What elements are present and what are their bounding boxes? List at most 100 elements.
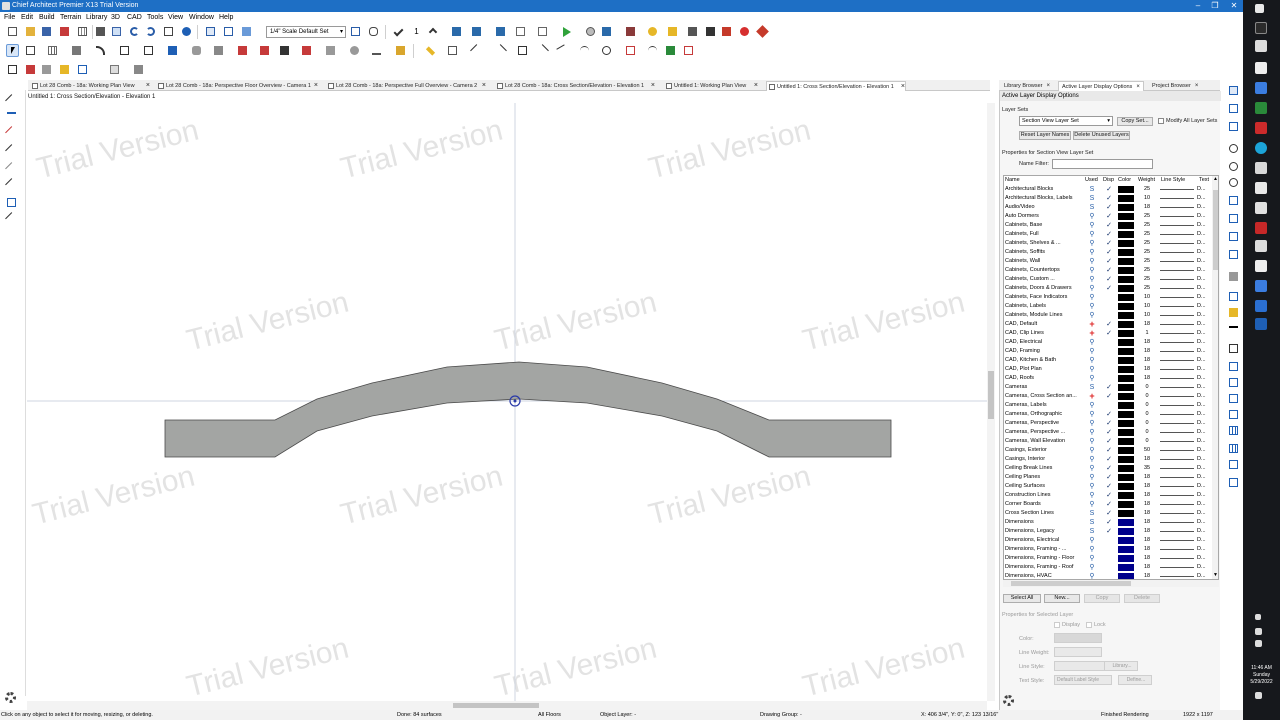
tab-library-browser[interactable]: Library Browser × <box>1001 81 1053 91</box>
copy-icon[interactable] <box>162 25 175 38</box>
table-row[interactable]: CAD, Framing ⚲ 18 D... <box>1004 347 1212 356</box>
chevron-up-icon[interactable] <box>1255 614 1261 620</box>
layer-text-style[interactable]: D... <box>1197 455 1206 464</box>
used-bulb-icon[interactable]: ⚲ <box>1088 338 1096 347</box>
app-icon-doc[interactable] <box>1255 260 1267 272</box>
used-bulb-icon[interactable]: ⚲ <box>1088 545 1096 554</box>
house-view-icon[interactable] <box>600 25 613 38</box>
layer-color-swatch[interactable] <box>1118 231 1134 238</box>
table-row[interactable]: Cabinets, Module Lines ⚲ 10 D... <box>1004 311 1212 320</box>
used-bulb-icon[interactable]: ⚲ <box>1088 410 1096 419</box>
display-check-icon[interactable]: ✓ <box>1105 185 1113 194</box>
eyedropper-icon[interactable] <box>686 25 699 38</box>
box-tool-icon[interactable] <box>516 44 529 57</box>
close-tab-icon[interactable]: × <box>1136 84 1140 90</box>
layer-text-style[interactable]: D... <box>1197 527 1206 536</box>
layer-line-style[interactable] <box>1160 234 1194 235</box>
layer-text-style[interactable]: D... <box>1197 437 1206 446</box>
windows-start-icon[interactable] <box>1255 4 1264 13</box>
table-row[interactable]: Cabinets, Base ⚲ ✓ 25 D... <box>1004 221 1212 230</box>
layer-text-style[interactable]: D... <box>1197 554 1206 563</box>
used-bulb-icon[interactable]: ⚲ <box>1088 536 1096 545</box>
file-explorer-icon[interactable] <box>1255 62 1267 74</box>
table-row[interactable]: CAD, Default + ✓ 18 D... <box>1004 320 1212 329</box>
display-check-icon[interactable]: ✓ <box>1105 392 1113 401</box>
layer-line-style[interactable] <box>1160 342 1194 343</box>
layer-text-style[interactable]: D... <box>1197 419 1206 428</box>
notification-icon[interactable] <box>1255 692 1262 699</box>
copy-paste-icon[interactable] <box>108 63 121 76</box>
layer-line-style[interactable] <box>1160 468 1194 469</box>
layer-text-style[interactable]: D... <box>1197 311 1206 320</box>
used-bulb-icon[interactable]: ⚲ <box>1088 482 1096 491</box>
point-tool-icon[interactable] <box>5 144 18 157</box>
app-icon-window[interactable] <box>1255 202 1267 214</box>
display-check-icon[interactable]: ✓ <box>1105 428 1113 437</box>
display-check-icon[interactable]: ✓ <box>1105 482 1113 491</box>
layer-color-swatch[interactable] <box>1118 312 1134 319</box>
used-plus-icon[interactable]: + <box>1088 392 1096 401</box>
layer-weight[interactable]: 35 <box>1141 464 1153 473</box>
arrow-tool-icon[interactable] <box>5 126 18 139</box>
layer-weight[interactable]: 25 <box>1141 284 1153 293</box>
minimize-button[interactable]: – <box>1190 1 1206 11</box>
layer-line-style[interactable] <box>1160 504 1194 505</box>
settings-gear-icon[interactable] <box>5 692 16 703</box>
layer-text-style[interactable]: D... <box>1197 374 1206 383</box>
grid-toggle-icon[interactable] <box>1227 442 1240 455</box>
used-bulb-icon[interactable]: ⚲ <box>1088 428 1096 437</box>
col-used[interactable]: Used <box>1085 176 1098 185</box>
open-folder-icon[interactable] <box>24 25 37 38</box>
layer-color-swatch[interactable] <box>1118 240 1134 247</box>
layer-text-style[interactable]: D... <box>1197 248 1206 257</box>
select-arrow-icon[interactable] <box>6 44 19 57</box>
layer-weight[interactable]: 10 <box>1141 302 1153 311</box>
used-bulb-icon[interactable]: ⚲ <box>1088 239 1096 248</box>
new-plan-icon[interactable] <box>6 25 19 38</box>
scroll-up-icon[interactable]: ▲ <box>1212 176 1218 183</box>
display-check-icon[interactable]: ✓ <box>1105 221 1113 230</box>
edit-layer-icon[interactable] <box>1227 290 1240 303</box>
print-icon[interactable] <box>94 25 107 38</box>
used-bulb-icon[interactable]: ⚲ <box>1088 365 1096 374</box>
table-row[interactable]: Cabinets, Custom ... ⚲ ✓ 25 D... <box>1004 275 1212 284</box>
grid-icon[interactable] <box>76 25 89 38</box>
doc-tab-6-active[interactable]: Untitled 1: Cross Section/Elevation - El… <box>766 81 906 91</box>
layer-icon[interactable] <box>240 25 253 38</box>
save-icon[interactable] <box>40 25 53 38</box>
display-check-icon[interactable]: ✓ <box>1105 203 1113 212</box>
layer-line-style[interactable] <box>1160 297 1194 298</box>
col-color[interactable]: Color <box>1118 176 1131 185</box>
layer-line-style[interactable] <box>1160 513 1194 514</box>
maximize-button[interactable]: ❐ <box>1207 1 1223 11</box>
used-bulb-icon[interactable]: ⚲ <box>1088 302 1096 311</box>
layer-weight[interactable]: 10 <box>1141 194 1153 203</box>
layer-weight[interactable]: 0 <box>1141 428 1153 437</box>
close-tab-icon[interactable]: × <box>651 81 655 91</box>
close-tab-icon[interactable]: × <box>1195 83 1199 89</box>
color-swatch[interactable] <box>1054 633 1102 643</box>
menu-view[interactable]: View <box>168 14 183 21</box>
layer-weight[interactable]: 25 <box>1141 257 1153 266</box>
display-check-icon[interactable]: ✓ <box>1105 464 1113 473</box>
layer-text-style[interactable]: D... <box>1197 293 1206 302</box>
used-bulb-icon[interactable]: ⚲ <box>1088 464 1096 473</box>
close-tab-icon[interactable]: × <box>1047 83 1051 89</box>
display-check-icon[interactable]: ✓ <box>1105 419 1113 428</box>
layer-text-style[interactable]: D... <box>1197 221 1206 230</box>
doc-tab-3[interactable]: Lot 28 Comb - 18a: Perspective Full Over… <box>326 81 486 91</box>
layer-line-style[interactable] <box>1160 522 1194 523</box>
layer-weight[interactable]: 18 <box>1141 473 1153 482</box>
layer-color-swatch[interactable] <box>1118 294 1134 301</box>
image-icon[interactable] <box>664 44 677 57</box>
display-check-icon[interactable]: ✓ <box>1105 320 1113 329</box>
table-row[interactable]: Architectural Blocks, Labels S ✓ 10 D... <box>1004 194 1212 203</box>
display-check-icon[interactable]: ✓ <box>1105 194 1113 203</box>
save-as-icon[interactable] <box>58 25 71 38</box>
camera-3d-icon[interactable] <box>450 25 463 38</box>
layer-weight[interactable]: 18 <box>1141 356 1153 365</box>
table-row[interactable]: Ceiling Break Lines ⚲ ✓ 35 D... <box>1004 464 1212 473</box>
layer-line-style[interactable] <box>1160 576 1194 577</box>
layer-text-style[interactable]: D... <box>1197 473 1206 482</box>
used-s-icon[interactable]: S <box>1088 527 1096 536</box>
